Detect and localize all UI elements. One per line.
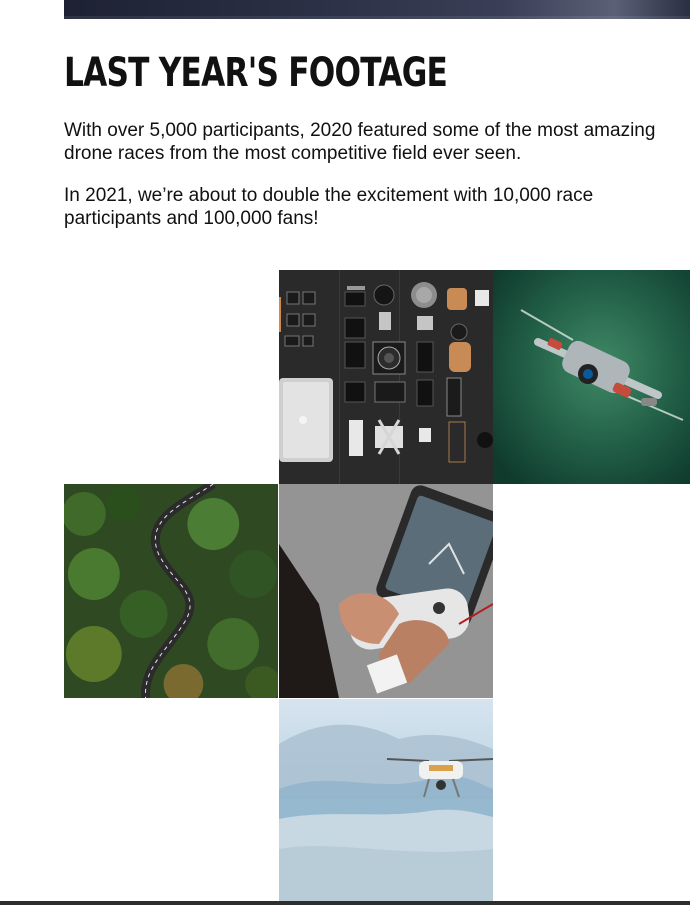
intro-paragraph: With over 5,000 participants, 2020 featu… <box>64 120 656 164</box>
gallery-image-camera-gear[interactable] <box>279 270 493 484</box>
gallery-image-controller[interactable] <box>279 484 493 698</box>
drone-green-photo <box>493 270 690 484</box>
camera-gear-photo <box>279 270 493 484</box>
gallery-image-forest-road[interactable] <box>64 484 278 698</box>
footer-strip <box>0 901 690 905</box>
announcement-paragraph: In 2021, we’re about to double the excit… <box>64 185 594 229</box>
hero-image-strip <box>64 0 690 19</box>
controller-photo <box>279 484 493 698</box>
forest-road-photo <box>64 484 278 698</box>
gallery-image-drone-mountains[interactable] <box>279 699 493 902</box>
drone-mountains-photo <box>279 699 493 902</box>
gallery-image-drone-green[interactable] <box>493 270 690 484</box>
section-title: LAST YEAR'S FOOTAGE <box>64 50 448 96</box>
